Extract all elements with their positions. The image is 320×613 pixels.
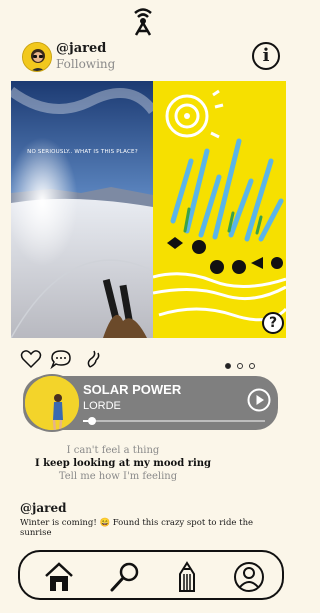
caption-text: Winter is coming! 😄 Found this crazy spo… <box>20 518 254 538</box>
snowboard-photo <box>11 81 153 338</box>
share-icon[interactable] <box>82 348 104 370</box>
avatar[interactable] <box>22 42 52 72</box>
carousel-dot[interactable] <box>225 363 231 369</box>
carousel-indicator[interactable] <box>225 354 261 373</box>
music-player[interactable]: SOLAR POWER LORDE <box>23 374 278 432</box>
caption-author[interactable]: @jared <box>20 501 66 515</box>
question-icon: ? <box>268 315 278 331</box>
song-title: SOLAR POWER <box>83 382 182 397</box>
info-icon: i <box>262 45 270 66</box>
album-art <box>23 374 81 432</box>
comment-icon[interactable] <box>50 348 72 370</box>
author-username[interactable]: @jared <box>56 41 106 56</box>
drawing-panel <box>153 81 286 338</box>
info-button[interactable]: i <box>252 42 280 70</box>
artist-name: LORDE <box>83 400 121 412</box>
lyrics-panel: I can't feel a thing I keep looking at m… <box>0 444 286 483</box>
avatar-image <box>23 43 51 71</box>
progress-knob[interactable] <box>88 417 97 425</box>
profile-icon[interactable] <box>232 560 266 594</box>
carousel-dot[interactable] <box>237 363 243 369</box>
post-actions <box>0 348 286 370</box>
post-media[interactable]: NO SERIOUSLY.. WHAT IS THIS PLACE? ? <box>11 81 286 338</box>
follow-status[interactable]: Following <box>56 57 115 71</box>
app-logo-icon <box>134 8 152 36</box>
carousel-dot[interactable] <box>249 363 255 369</box>
search-icon[interactable] <box>108 560 142 594</box>
help-button[interactable]: ? <box>262 312 284 334</box>
photo-overlay-text: NO SERIOUSLY.. WHAT IS THIS PLACE? <box>27 149 138 155</box>
heart-icon[interactable] <box>20 348 42 370</box>
post-header: @jared Following i <box>0 40 286 78</box>
home-icon[interactable] <box>42 560 76 594</box>
play-icon[interactable] <box>247 388 271 412</box>
playback-progress[interactable] <box>83 417 265 425</box>
bottom-navbar <box>18 550 284 600</box>
lyric-line: Tell me how I'm feeling <box>58 471 178 482</box>
lyric-line: I can't feel a thing <box>66 445 160 456</box>
pencil-icon[interactable] <box>170 560 204 594</box>
lyric-line-current: I keep looking at my mood ring <box>34 458 212 469</box>
